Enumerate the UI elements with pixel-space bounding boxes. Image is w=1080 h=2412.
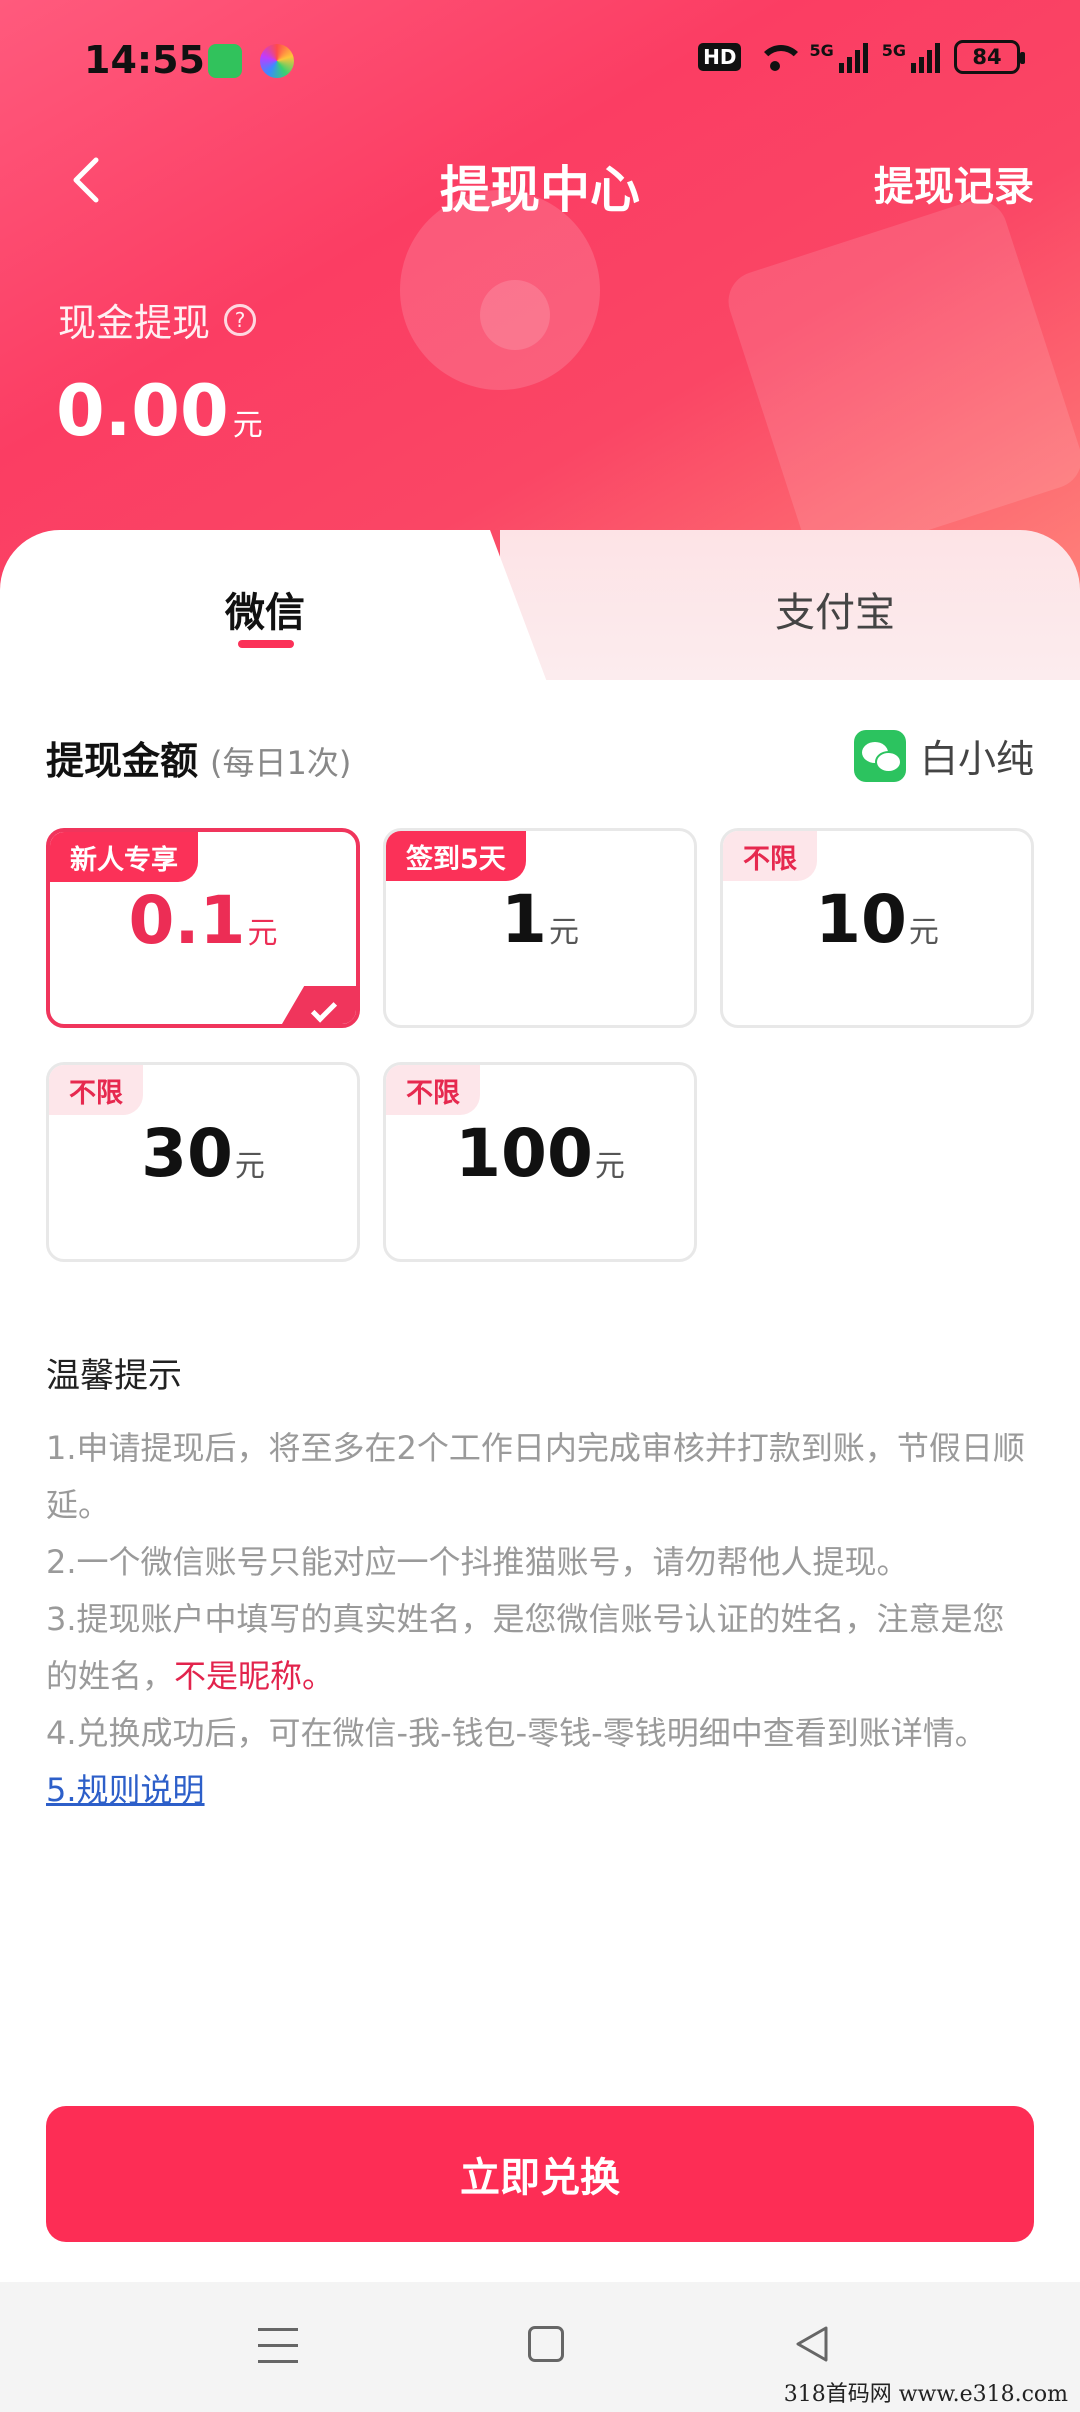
amount-number: 100 (455, 1115, 593, 1192)
amount-badge: 不限 (723, 831, 817, 881)
wechat-icon (853, 729, 906, 782)
amount-unit: 元 (548, 915, 579, 950)
tip-line-4: 4.兑换成功后，可在微信-我-钱包-零钱-零钱明细中查看到账详情。 (46, 1714, 987, 1752)
back-triangle-icon[interactable] (792, 2324, 832, 2364)
cash-balance-value: 0.00 (56, 370, 229, 452)
withdraw-amount-title: 提现金额 (每日1次) (46, 730, 351, 785)
cash-balance-unit: 元 (232, 408, 263, 443)
status-bar: 14:55 HD 5G 5G 84 (0, 0, 1080, 130)
nav-bar: 提现中心 提现记录 (0, 130, 1080, 230)
amount-badge: 签到5天 (386, 831, 526, 881)
amount-value: 30元 (49, 1115, 357, 1192)
amount-unit: 元 (247, 916, 278, 951)
status-indicators: HD 5G 5G 84 (698, 40, 1025, 74)
amount-value: 100元 (386, 1115, 694, 1192)
amount-unit: 元 (908, 915, 939, 950)
amount-number: 0.1 (128, 882, 246, 959)
decoration-envelope (720, 192, 1080, 568)
tab-alipay[interactable]: 支付宝 (620, 580, 1050, 638)
tip-line-1: 1.申请提现后，将至多在2个工作日内完成审核并打款到账，节假日顺延。 (46, 1429, 1025, 1524)
decoration-bubble (480, 280, 550, 350)
battery-icon: 84 (954, 40, 1025, 74)
watermark: 318首码网 www.e318.com (783, 2382, 1068, 2407)
tips-title: 温馨提示 (46, 1356, 182, 1396)
wifi-icon (755, 41, 806, 73)
account-name: 白小纯 (919, 737, 1034, 781)
exchange-now-button[interactable]: 立即兑换 (46, 2106, 1034, 2242)
wechat-account: 白小纯 (853, 728, 1034, 783)
cash-label: 现金提现 ? (58, 292, 257, 347)
amount-badge: 不限 (386, 1065, 480, 1115)
withdraw-frequency: (每日1次) (210, 744, 352, 782)
tab-active-indicator (238, 640, 294, 648)
tip-line-3: 3.提现账户中填写的真实姓名，是您微信账号认证的姓名，注意是您的姓名，不是昵称。 (46, 1591, 1036, 1705)
amount-value: 10元 (723, 881, 1031, 958)
amount-value: 1元 (386, 881, 694, 958)
signal-icon: 5G (809, 41, 868, 73)
network-type: 5G (881, 41, 906, 60)
cash-balance: 0.00 元 (56, 370, 263, 452)
hd-icon: HD (698, 43, 742, 71)
amount-value: 0.1元 (50, 882, 356, 959)
amount-badge: 不限 (49, 1065, 143, 1115)
signal-icon: 5G (882, 41, 940, 73)
menu-icon[interactable] (258, 2328, 298, 2364)
amount-option-10[interactable]: 不限 10元 (720, 828, 1034, 1028)
amount-option-100[interactable]: 不限 100元 (383, 1062, 697, 1262)
amount-unit: 元 (234, 1149, 265, 1184)
amount-number: 10 (815, 881, 907, 958)
payment-tabs: 微信 支付宝 (0, 530, 1080, 690)
network-type: 5G (809, 41, 834, 60)
message-app-icon (208, 44, 242, 78)
cash-label-text: 现金提现 (58, 301, 211, 345)
amount-number: 30 (141, 1115, 233, 1192)
amount-number: 1 (501, 881, 547, 958)
tab-wechat[interactable]: 微信 (0, 580, 530, 638)
amount-option-30[interactable]: 不限 30元 (46, 1062, 360, 1262)
tip-line-2: 2.一个微信账号只能对应一个抖推猫账号，请勿帮他人提现。 (46, 1543, 909, 1581)
help-icon[interactable]: ? (224, 303, 257, 336)
amount-unit: 元 (594, 1149, 625, 1184)
withdraw-record-link[interactable]: 提现记录 (874, 154, 1034, 212)
colorful-app-icon (260, 44, 294, 78)
rules-link[interactable]: 5.规则说明 (46, 1771, 205, 1809)
home-icon[interactable] (528, 2326, 564, 2362)
tip-warning-text: 不是昵称。 (174, 1657, 335, 1695)
amount-badge: 新人专享 (50, 832, 198, 882)
tips-content: 1.申请提现后，将至多在2个工作日内完成审核并打款到账，节假日顺延。 2.一个微… (46, 1420, 1036, 1819)
status-time: 14:55 (84, 38, 205, 82)
withdraw-amount-label: 提现金额 (46, 739, 199, 783)
amount-option-0-1[interactable]: 新人专享 0.1元 (46, 828, 360, 1028)
amount-option-1[interactable]: 签到5天 1元 (383, 828, 697, 1028)
